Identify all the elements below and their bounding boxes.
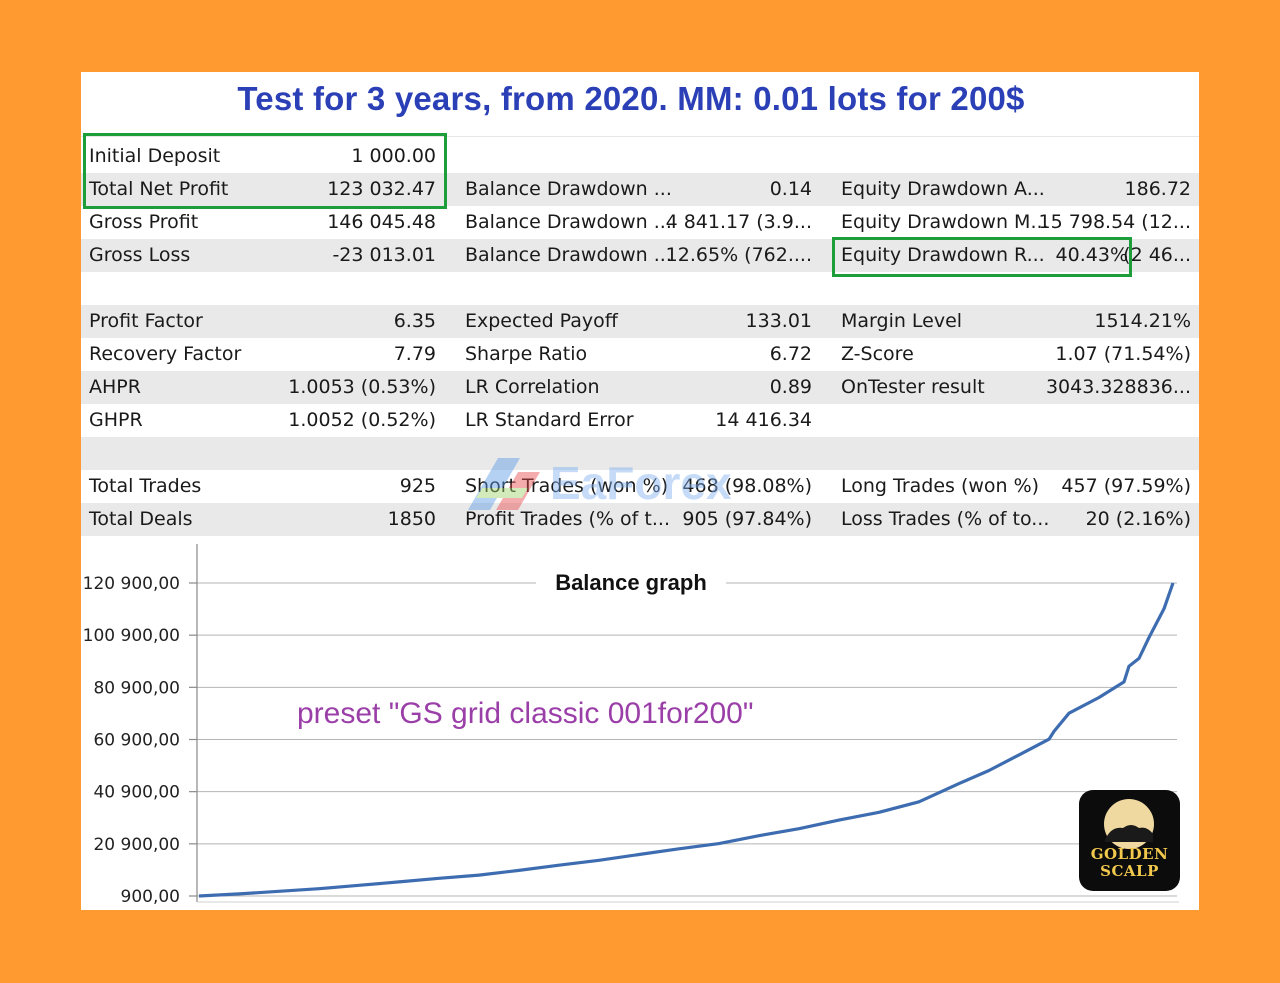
stat-value: 186.72 — [1124, 178, 1191, 200]
stat-label: Balance Drawdown ... — [465, 211, 672, 233]
stat-value: 1 000.00 — [351, 145, 436, 167]
stat-label: Initial Deposit — [89, 145, 221, 167]
stat-value: 905 (97.84%) — [682, 508, 812, 530]
stat-label: Equity Drawdown M... — [841, 211, 1049, 233]
stats-spacer-row — [81, 272, 1199, 305]
stats-row: AHPR 1.0053 (0.53%) LR Correlation 0.89 … — [81, 371, 1199, 404]
stat-value: 123 032.47 — [327, 178, 436, 200]
stat-value: 1850 — [387, 508, 436, 530]
stats-row: Profit Factor 6.35 Expected Payoff 133.0… — [81, 305, 1199, 338]
stat-value: 7.79 — [393, 343, 436, 365]
stat-label: GHPR — [89, 409, 143, 431]
stat-value: 6.72 — [769, 343, 812, 365]
stat-value: 3043.328836... — [1045, 376, 1191, 398]
stat-value: 146 045.48 — [327, 211, 436, 233]
stat-value: 15 798.54 (12... — [1038, 211, 1191, 233]
stats-spacer-row — [81, 437, 1199, 470]
chart-title: Balance graph — [555, 570, 707, 595]
stat-label: Total Deals — [89, 508, 193, 530]
stat-value: 457 (97.59%) — [1061, 475, 1191, 497]
stat-value: 1.0052 (0.52%) — [288, 409, 436, 431]
golden-scalp-logo: GOLDEN SCALP — [1079, 790, 1180, 891]
y-tick-label: 40 900,00 — [93, 783, 180, 803]
stat-label: Expected Payoff — [465, 310, 618, 332]
stats-row: Initial Deposit 1 000.00 — [81, 140, 1199, 173]
y-tick-label: 100 900,00 — [83, 626, 180, 646]
y-tick-label: 20 900,00 — [93, 835, 180, 855]
stat-value: (2 46... — [1123, 244, 1191, 266]
stat-label: Equity Drawdown A... — [841, 178, 1045, 200]
stat-label: Balance Drawdown ... — [465, 178, 672, 200]
logo-text: GOLDEN SCALP — [1079, 846, 1180, 880]
stat-value: 1514.21% — [1094, 310, 1191, 332]
moon-bear-icon — [1104, 799, 1154, 849]
title-divider — [81, 136, 1199, 137]
stat-value: 6.35 — [393, 310, 436, 332]
stat-label: Gross Profit — [89, 211, 199, 233]
stat-value: 133.01 — [745, 310, 812, 332]
stat-label: Loss Trades (% of to... — [841, 508, 1050, 530]
stat-label: Gross Loss — [89, 244, 191, 266]
stats-row: Total Deals 1850 Profit Trades (% of t..… — [81, 503, 1199, 536]
stat-value: 1.07 (71.54%) — [1055, 343, 1191, 365]
stat-value: 14 416.34 — [715, 409, 812, 431]
stats-row: Total Trades 925 Short Trades (won %) 46… — [81, 470, 1199, 503]
stat-label: Long Trades (won %) — [841, 475, 1040, 497]
stat-label: Margin Level — [841, 310, 963, 332]
stat-value: 1.0053 (0.53%) — [288, 376, 436, 398]
stat-value: 12.65% (762.... — [665, 244, 812, 266]
stats-row: GHPR 1.0052 (0.52%) LR Standard Error 14… — [81, 404, 1199, 437]
stats-row: Total Net Profit 123 032.47 Balance Draw… — [81, 173, 1199, 206]
stat-label: AHPR — [89, 376, 141, 398]
stat-value: 0.14 — [769, 178, 812, 200]
y-tick-label: 900,00 — [121, 887, 180, 907]
stat-value: 4 841.17 (3.9... — [665, 211, 812, 233]
balance-chart-svg: 900,00 20 900,00 40 900,00 60 900,00 80 900,… — [83, 544, 1179, 907]
stat-label: Profit Factor — [89, 310, 203, 332]
stat-value: 40.43% — [1055, 244, 1128, 266]
stat-label: Profit Trades (% of t... — [465, 508, 670, 530]
stat-value: 925 — [399, 475, 436, 497]
report-title: Test for 3 years, from 2020. MM: 0.01 lo… — [237, 80, 1025, 117]
y-tick-label: 120 900,00 — [83, 574, 180, 594]
stat-label: Total Trades — [89, 475, 202, 497]
stat-label: Z-Score — [841, 343, 914, 365]
logo-line: GOLDEN — [1090, 845, 1169, 863]
stats-row: Gross Loss -23 013.01 Balance Drawdown .… — [81, 239, 1199, 272]
stats-row: Recovery Factor 7.79 Sharpe Ratio 6.72 Z… — [81, 338, 1199, 371]
chart-annotation: preset "GS grid classic 001for200" — [297, 697, 754, 730]
report-panel: Test for 3 years, from 2020. MM: 0.01 lo… — [81, 72, 1199, 910]
stat-label: Short Trades (won %) — [465, 475, 669, 497]
stat-value: -23 013.01 — [332, 244, 436, 266]
stat-value: 468 (98.08%) — [682, 475, 812, 497]
stats-row: Gross Profit 146 045.48 Balance Drawdown… — [81, 206, 1199, 239]
stat-label: Total Net Profit — [89, 178, 229, 200]
stat-label: OnTester result — [841, 376, 985, 398]
stat-label: Sharpe Ratio — [465, 343, 588, 365]
stat-label: Balance Drawdown ... — [465, 244, 672, 266]
stat-value: 20 (2.16%) — [1085, 508, 1191, 530]
stat-label: LR Standard Error — [465, 409, 634, 431]
stat-value: 0.89 — [769, 376, 812, 398]
stat-label: LR Correlation — [465, 376, 600, 398]
logo-line: SCALP — [1100, 862, 1159, 880]
stat-label: Equity Drawdown R... — [841, 244, 1045, 266]
y-tick-label: 80 900,00 — [93, 678, 180, 698]
balance-graph: 900,00 20 900,00 40 900,00 60 900,00 80 900,… — [81, 540, 1199, 910]
stat-label: Recovery Factor — [89, 343, 242, 365]
y-tick-label: 60 900,00 — [93, 731, 180, 751]
